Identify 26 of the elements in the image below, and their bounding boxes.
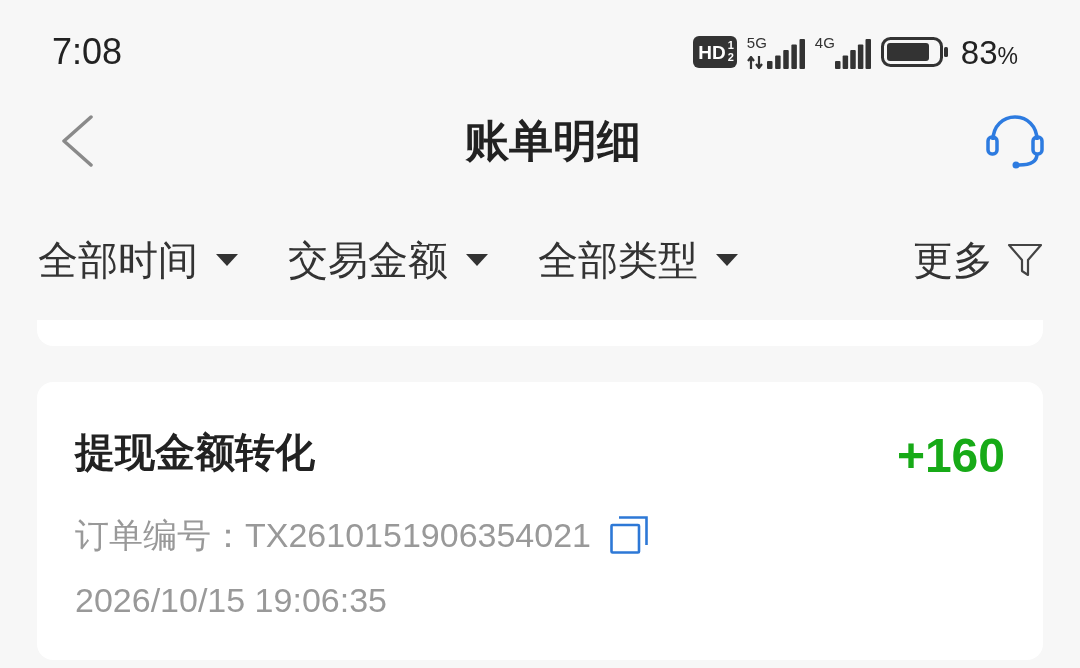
filter-dropdown[interactable]: 全部时间 — [38, 236, 238, 284]
caret-down-icon — [716, 254, 738, 266]
signal-bars-icon — [834, 39, 871, 69]
transaction-time: 2026/10/15 19:06:35 — [75, 579, 387, 621]
more-filters-button[interactable]: 更多 — [913, 236, 1043, 284]
transaction-amount: +160 — [896, 429, 1005, 483]
network-type: 5G — [746, 35, 767, 50]
network-type: 4G — [814, 35, 835, 50]
battery-percent: 83% — [960, 35, 1018, 69]
battery-icon — [880, 37, 949, 67]
filter-icon — [1007, 243, 1043, 277]
transaction-title: 提现金额转化 — [75, 429, 315, 476]
signal-bars-icon — [766, 39, 805, 69]
clock-time: 7:08 — [52, 34, 123, 70]
caret-down-icon — [466, 254, 488, 266]
customer-service-button[interactable] — [985, 113, 1045, 169]
back-chevron-icon — [60, 115, 94, 167]
order-number: 订单编号：TX2610151906354021 — [75, 514, 591, 556]
headset-icon — [985, 113, 1045, 169]
filter-dropdown[interactable]: 交易金额 — [288, 236, 488, 284]
page-title: 账单明细 — [464, 114, 641, 167]
filter-dropdown[interactable]: 全部类型 — [538, 236, 738, 284]
back-button[interactable] — [60, 115, 94, 167]
caret-down-icon — [216, 254, 238, 266]
data-arrows-icon — [746, 56, 764, 69]
copy-icon[interactable] — [609, 515, 649, 555]
